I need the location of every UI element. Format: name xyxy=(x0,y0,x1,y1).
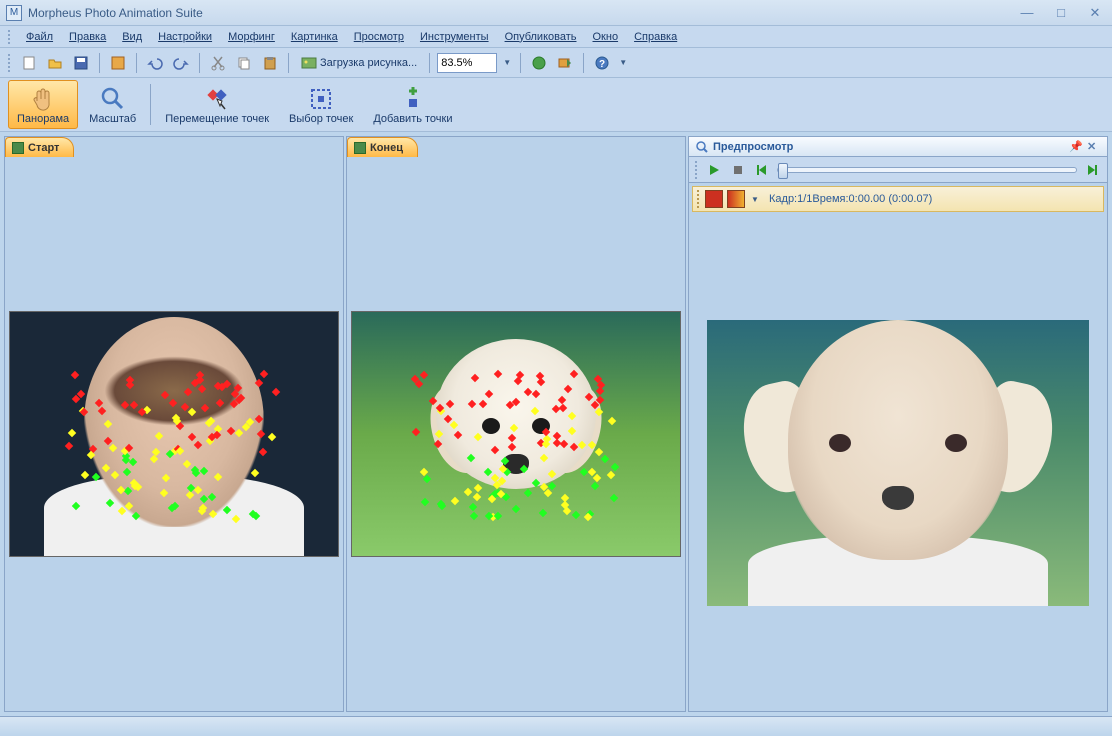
web-button[interactable] xyxy=(528,52,550,74)
morph-dot[interactable] xyxy=(68,429,76,437)
menu-settings[interactable]: Настройки xyxy=(154,29,216,45)
maximize-button[interactable]: □ xyxy=(1050,5,1072,21)
morph-dot[interactable] xyxy=(267,432,275,440)
start-canvas[interactable] xyxy=(9,311,339,557)
copy-button[interactable] xyxy=(233,52,255,74)
close-panel-button[interactable]: ✕ xyxy=(1087,140,1101,154)
swatch-dropdown[interactable]: ▼ xyxy=(749,189,761,209)
end-tab-label: Конец xyxy=(370,142,403,154)
move-dots-tool[interactable]: Перемещение точек xyxy=(156,80,278,129)
start-tab[interactable]: Старт xyxy=(5,137,74,157)
picture-icon xyxy=(301,55,317,71)
gradient-swatch[interactable] xyxy=(727,190,745,208)
paste-button[interactable] xyxy=(259,52,281,74)
minimize-button[interactable]: — xyxy=(1016,5,1038,21)
svg-text:?: ? xyxy=(599,59,605,70)
menu-morphing[interactable]: Морфинг xyxy=(224,29,279,45)
magnifier-icon xyxy=(99,85,127,113)
end-tab[interactable]: Конец xyxy=(347,137,418,157)
morph-dot[interactable] xyxy=(65,441,73,449)
preview-image xyxy=(707,320,1089,606)
panorama-tool[interactable]: Панорама xyxy=(8,80,78,129)
menu-publish[interactable]: Опубликовать xyxy=(501,29,581,45)
menu-window[interactable]: Окно xyxy=(589,29,623,45)
scale-tool[interactable]: Масштаб xyxy=(80,80,145,129)
menu-edit[interactable]: Правка xyxy=(65,29,110,45)
load-picture-button[interactable]: Загрузка рисунка... xyxy=(296,52,422,74)
add-dots-label: Добавить точки xyxy=(373,113,452,125)
menu-browse[interactable]: Просмотр xyxy=(350,29,408,45)
share-button[interactable] xyxy=(554,52,576,74)
menu-tools[interactable]: Инструменты xyxy=(416,29,493,45)
playbar-grip[interactable] xyxy=(695,161,699,179)
menu-file[interactable]: Файл xyxy=(22,29,57,45)
undo-button[interactable] xyxy=(144,52,166,74)
app-icon: M xyxy=(6,5,22,21)
morph-dot[interactable] xyxy=(272,388,280,396)
framebar-grip[interactable] xyxy=(697,190,701,208)
start-color-swatch[interactable] xyxy=(705,190,723,208)
zoom-dropdown[interactable]: ▼ xyxy=(501,53,513,73)
morph-dot[interactable] xyxy=(80,471,88,479)
tools-toolbar: Панорама Масштаб Перемещение точек Выбор… xyxy=(0,78,1112,132)
select-dots-icon xyxy=(307,85,335,113)
options-button[interactable] xyxy=(107,52,129,74)
pin-button[interactable]: 📌 xyxy=(1069,140,1083,154)
scale-label: Масштаб xyxy=(89,113,136,125)
add-dot-icon xyxy=(399,85,427,113)
play-bar xyxy=(689,157,1107,183)
add-dots-tool[interactable]: Добавить точки xyxy=(364,80,461,129)
start-panel: Старт xyxy=(4,136,344,712)
toolbar-grip[interactable] xyxy=(8,54,12,72)
save-button[interactable] xyxy=(70,52,92,74)
play-button[interactable] xyxy=(705,161,723,179)
hand-icon xyxy=(29,85,57,113)
picture-icon xyxy=(12,142,24,154)
select-dots-tool[interactable]: Выбор точек xyxy=(280,80,362,129)
menu-bar: Файл Правка Вид Настройки Морфинг Картин… xyxy=(0,26,1112,48)
new-button[interactable] xyxy=(18,52,40,74)
open-button[interactable] xyxy=(44,52,66,74)
frame-info: Кадр:1/1Время:0:00.00 (0:00.07) xyxy=(769,193,932,205)
status-bar xyxy=(0,716,1112,736)
move-dot-icon xyxy=(203,85,231,113)
menu-view[interactable]: Вид xyxy=(118,29,146,45)
morph-dot[interactable] xyxy=(70,371,78,379)
redo-button[interactable] xyxy=(170,52,192,74)
cut-button[interactable] xyxy=(207,52,229,74)
morph-dot[interactable] xyxy=(259,370,267,378)
workspace: Старт Конец Предпросм xyxy=(0,132,1112,716)
preview-header: Предпросмотр 📌 ✕ xyxy=(689,137,1107,157)
start-tab-label: Старт xyxy=(28,142,59,154)
preview-title: Предпросмотр xyxy=(713,141,793,153)
stop-button[interactable] xyxy=(729,161,747,179)
picture-icon xyxy=(354,142,366,154)
step-forward-button[interactable] xyxy=(1083,161,1101,179)
help-dropdown[interactable]: ▼ xyxy=(617,53,629,73)
close-button[interactable]: ✕ xyxy=(1084,5,1106,21)
move-dots-label: Перемещение точек xyxy=(165,113,269,125)
menu-picture[interactable]: Картинка xyxy=(287,29,342,45)
load-picture-label: Загрузка рисунка... xyxy=(320,57,417,69)
magnifier-icon xyxy=(695,140,709,154)
select-dots-label: Выбор точек xyxy=(289,113,353,125)
end-panel: Конец xyxy=(346,136,686,712)
menu-help[interactable]: Справка xyxy=(630,29,681,45)
step-back-button[interactable] xyxy=(753,161,771,179)
end-canvas[interactable] xyxy=(351,311,681,557)
frame-bar: ▼ Кадр:1/1Время:0:00.00 (0:00.07) xyxy=(692,186,1104,212)
zoom-input[interactable] xyxy=(437,53,497,73)
timeline-slider[interactable] xyxy=(777,167,1077,173)
title-bar: M Morpheus Photo Animation Suite — □ ✕ xyxy=(0,0,1112,26)
slider-thumb[interactable] xyxy=(778,163,788,179)
panorama-label: Панорама xyxy=(17,113,69,125)
help-button[interactable]: ? xyxy=(591,52,613,74)
preview-panel: Предпросмотр 📌 ✕ ▼ Кадр:1/1Время:0:00.00… xyxy=(688,136,1108,712)
menu-grip[interactable] xyxy=(8,30,12,44)
app-title: Morpheus Photo Animation Suite xyxy=(28,6,1016,20)
standard-toolbar: Загрузка рисунка... ▼ ? ▼ xyxy=(0,48,1112,78)
